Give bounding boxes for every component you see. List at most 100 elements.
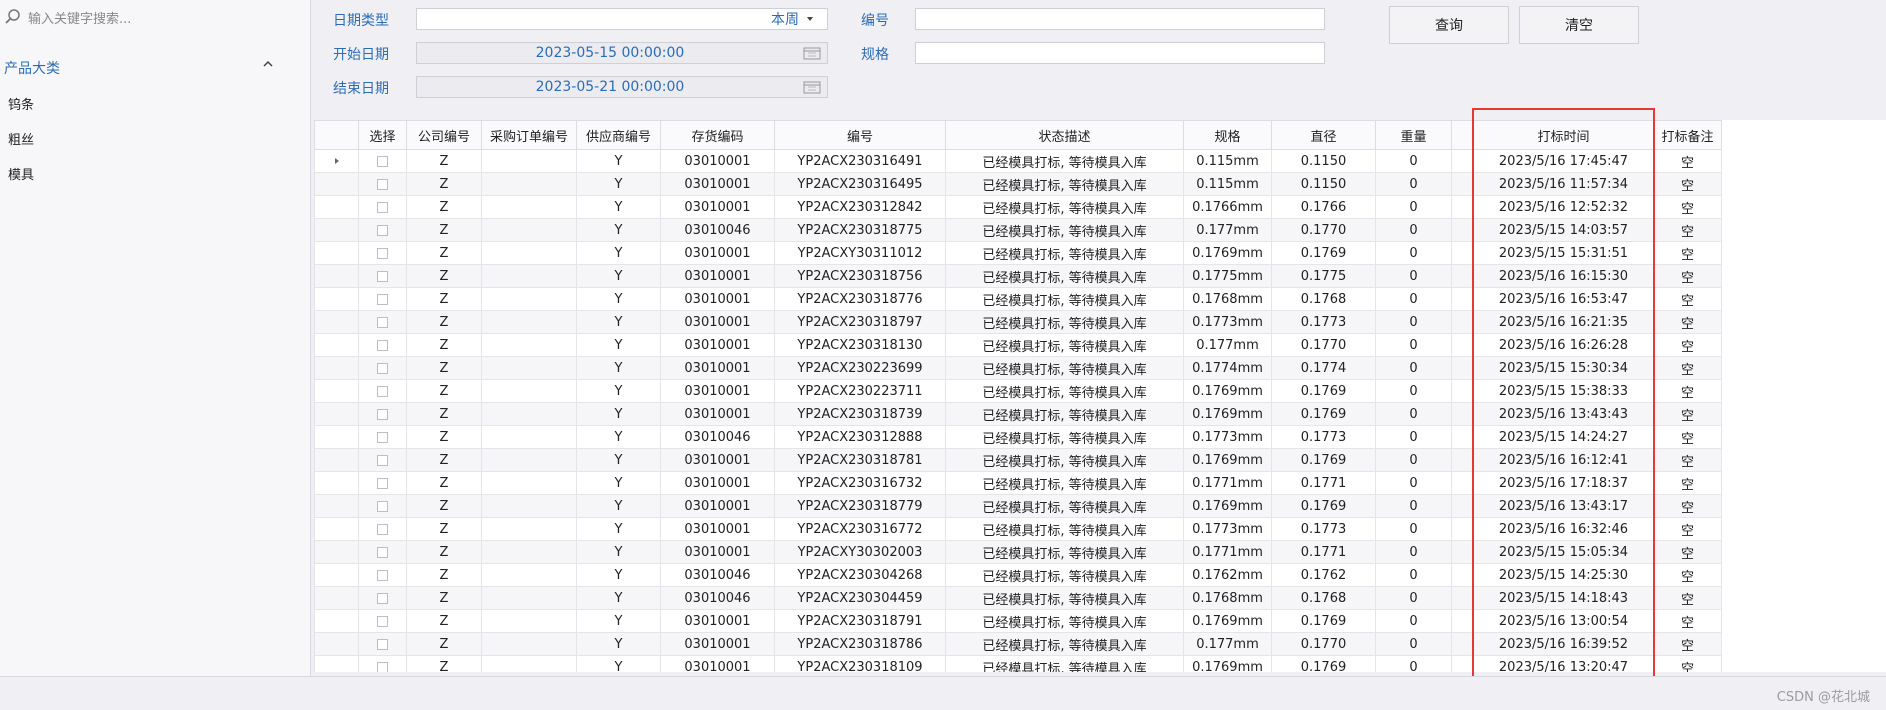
chevron-up-icon[interactable] (262, 58, 274, 70)
row-checkbox[interactable] (377, 431, 388, 443)
table-row[interactable]: Z Y 03010046 YP2ACX230312888 已经模具打标, 等待模具入库 0… (314, 425, 1722, 449)
select-cell[interactable] (358, 655, 407, 672)
table-row[interactable]: Z Y 03010001 YP2ACX230223699 已经模具打标, 等待模具入库 0… (314, 356, 1722, 380)
column-header[interactable]: 状态描述 (945, 120, 1184, 150)
select-cell[interactable] (358, 540, 407, 564)
select-cell[interactable] (358, 632, 407, 656)
table-row[interactable]: Z Y 03010001 YP2ACX230223711 已经模具打标, 等待模具入库 0… (314, 379, 1722, 403)
supplier-code-cell: Y (576, 425, 661, 449)
column-header[interactable]: 规格 (1183, 120, 1272, 150)
row-checkbox[interactable] (377, 523, 388, 535)
column-header[interactable]: 存货编码 (660, 120, 775, 150)
table-row[interactable]: Z Y 03010001 YP2ACXY30311012 已经模具打标, 等待模具入库 0… (314, 241, 1722, 265)
table-row[interactable]: Z Y 03010046 YP2ACX230318775 已经模具打标, 等待模具入库 0… (314, 218, 1722, 242)
row-checkbox[interactable] (377, 270, 388, 282)
query-button[interactable]: 查询 (1389, 6, 1509, 44)
column-header[interactable]: 公司编号 (406, 120, 482, 150)
sidebar-item-coarse-wire[interactable]: 粗丝 (8, 129, 34, 148)
select-cell[interactable] (358, 356, 407, 380)
select-cell[interactable] (358, 494, 407, 518)
select-cell[interactable] (358, 218, 407, 242)
spec-input[interactable] (915, 42, 1325, 64)
table-row[interactable]: Z Y 03010001 YP2ACX230318781 已经模具打标, 等待模具入库 0… (314, 448, 1722, 472)
row-checkbox[interactable] (377, 316, 388, 328)
select-cell[interactable] (358, 264, 407, 288)
column-header[interactable]: 供应商编号 (576, 120, 661, 150)
select-cell[interactable] (358, 517, 407, 541)
select-cell[interactable] (358, 402, 407, 426)
column-header[interactable]: 打标时间 (1473, 120, 1654, 150)
table-row[interactable]: Z Y 03010001 YP2ACX230316772 已经模具打标, 等待模具入库 0… (314, 517, 1722, 541)
search-box[interactable]: 输入关键字搜索... (4, 6, 131, 28)
category-header[interactable]: 产品大类 (4, 58, 274, 78)
column-header[interactable]: 打标备注 (1653, 120, 1722, 150)
table-row[interactable]: Z Y 03010001 YP2ACX230318130 已经模具打标, 等待模具入库 0… (314, 333, 1722, 357)
select-cell[interactable] (358, 425, 407, 449)
row-checkbox[interactable] (377, 569, 388, 581)
select-cell[interactable] (358, 471, 407, 495)
spacer-cell (1451, 172, 1474, 196)
start-date-field[interactable]: 2023-05-15 00:00:00 (416, 42, 828, 64)
row-checkbox[interactable] (377, 224, 388, 236)
select-cell[interactable] (358, 287, 407, 311)
table-row[interactable]: Z Y 03010001 YP2ACX230318791 已经模具打标, 等待模具入库 0… (314, 609, 1722, 633)
row-checkbox[interactable] (377, 500, 388, 512)
select-cell[interactable] (358, 448, 407, 472)
calendar-icon[interactable] (803, 46, 821, 60)
select-cell[interactable] (358, 241, 407, 265)
row-checkbox[interactable] (377, 454, 388, 466)
table-row[interactable]: Z Y 03010001 YP2ACX230316732 已经模具打标, 等待模具入库 0… (314, 471, 1722, 495)
table-row[interactable]: Z Y 03010046 YP2ACX230304268 已经模具打标, 等待模具入库 0… (314, 563, 1722, 587)
row-checkbox[interactable] (377, 155, 388, 167)
chevron-down-icon[interactable] (799, 13, 821, 25)
select-cell[interactable] (358, 172, 407, 196)
end-date-field[interactable]: 2023-05-21 00:00:00 (416, 76, 828, 98)
date-type-select[interactable]: 本周 (416, 8, 828, 30)
table-row[interactable]: Z Y 03010001 YP2ACX230316495 已经模具打标, 等待模具入库 0… (314, 172, 1722, 196)
row-checkbox[interactable] (377, 339, 388, 351)
table-row[interactable]: Z Y 03010001 YP2ACX230318756 已经模具打标, 等待模具入库 0… (314, 264, 1722, 288)
table-row[interactable]: Z Y 03010046 YP2ACX230304459 已经模具打标, 等待模具入库 0… (314, 586, 1722, 610)
code-input[interactable] (915, 8, 1325, 30)
row-checkbox[interactable] (377, 247, 388, 259)
column-header[interactable]: 编号 (774, 120, 946, 150)
table-row[interactable]: Z Y 03010001 YP2ACX230318739 已经模具打标, 等待模具入库 0… (314, 402, 1722, 426)
table-row[interactable]: Z Y 03010001 YP2ACX230318779 已经模具打标, 等待模具入库 0… (314, 494, 1722, 518)
table-row[interactable]: Z Y 03010001 YP2ACX230316491 已经模具打标, 等待模具入库 0… (314, 149, 1722, 173)
column-header[interactable]: 重量 (1375, 120, 1452, 150)
table-row[interactable]: Z Y 03010001 YP2ACX230318797 已经模具打标, 等待模具入库 0… (314, 310, 1722, 334)
select-cell[interactable] (358, 379, 407, 403)
row-checkbox[interactable] (377, 293, 388, 305)
row-checkbox[interactable] (377, 546, 388, 558)
column-header[interactable]: 采购订单编号 (481, 120, 577, 150)
select-cell[interactable] (358, 310, 407, 334)
clear-button[interactable]: 清空 (1519, 6, 1639, 44)
select-cell[interactable] (358, 586, 407, 610)
table-row[interactable]: Z Y 03010001 YP2ACX230318776 已经模具打标, 等待模具入库 0… (314, 287, 1722, 311)
row-checkbox[interactable] (377, 385, 388, 397)
select-cell[interactable] (358, 195, 407, 219)
calendar-icon[interactable] (803, 80, 821, 94)
row-checkbox[interactable] (377, 201, 388, 213)
select-cell[interactable] (358, 563, 407, 587)
table-row[interactable]: Z Y 03010001 YP2ACX230312842 已经模具打标, 等待模具入库 0… (314, 195, 1722, 219)
sidebar-item-mold[interactable]: 模具 (8, 164, 34, 183)
sidebar-item-tungsten-bar[interactable]: 钨条 (8, 94, 34, 113)
watermark: CSDN @花北城 (1776, 690, 1870, 705)
row-checkbox[interactable] (377, 408, 388, 420)
column-header[interactable]: 直径 (1271, 120, 1376, 150)
row-checkbox[interactable] (377, 638, 388, 650)
table-row[interactable]: Z Y 03010001 YP2ACX230318109 已经模具打标, 等待模具入库 0… (314, 655, 1722, 672)
table-row[interactable]: Z Y 03010001 YP2ACXY30302003 已经模具打标, 等待模具入库 0… (314, 540, 1722, 564)
select-cell[interactable] (358, 149, 407, 173)
select-cell[interactable] (358, 609, 407, 633)
select-cell[interactable] (358, 333, 407, 357)
row-checkbox[interactable] (377, 661, 388, 672)
row-checkbox[interactable] (377, 592, 388, 604)
row-checkbox[interactable] (377, 362, 388, 374)
row-checkbox[interactable] (377, 178, 388, 190)
row-checkbox[interactable] (377, 477, 388, 489)
row-checkbox[interactable] (377, 615, 388, 627)
table-row[interactable]: Z Y 03010001 YP2ACX230318786 已经模具打标, 等待模具入库 0… (314, 632, 1722, 656)
column-header[interactable]: 选择 (358, 120, 407, 150)
